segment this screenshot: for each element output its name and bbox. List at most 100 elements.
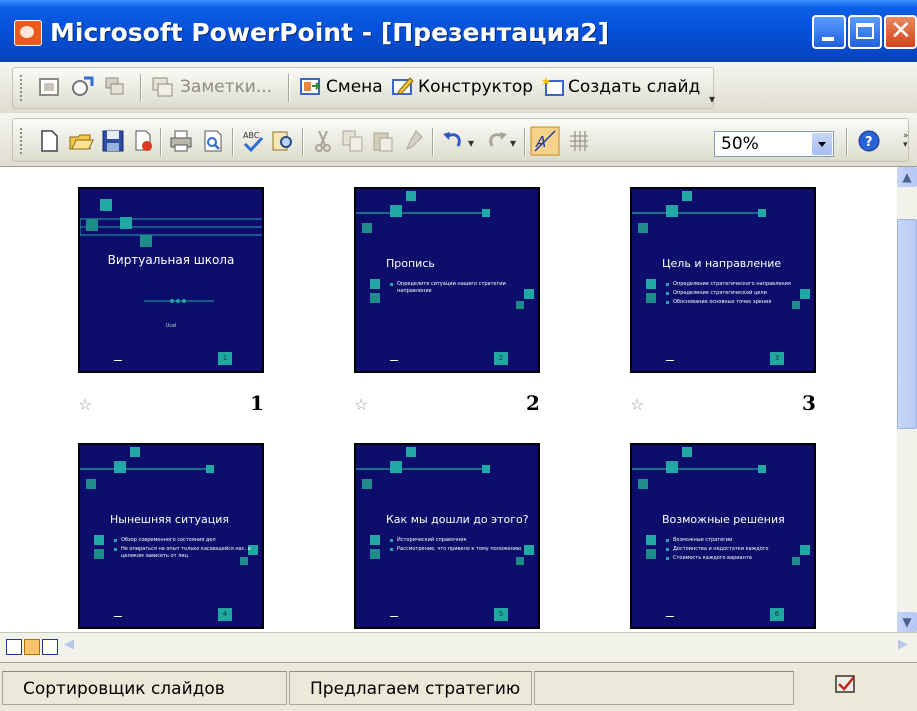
slide-sorter-view-icon[interactable]	[24, 639, 40, 655]
slide-footer-mark	[390, 360, 398, 361]
spelling-status-icon[interactable]	[834, 673, 858, 695]
scroll-up-arrow[interactable]: ▲	[897, 167, 917, 187]
cut-icon[interactable]	[310, 128, 336, 154]
slide-design-button[interactable]: Конструктор	[418, 77, 533, 97]
status-bar: Сортировщик слайдов Предлагаем стратегию	[0, 662, 917, 711]
save-icon[interactable]	[100, 128, 126, 154]
slide-bullet: Исторический справочник	[390, 537, 530, 544]
new-document-icon[interactable]	[36, 128, 62, 154]
notes-button[interactable]: Заметки...	[180, 77, 272, 97]
format-painter-icon[interactable]	[400, 128, 426, 154]
toolbar-separator	[232, 128, 234, 156]
powerpoint-app-icon[interactable]	[14, 20, 42, 46]
slide-thumbnail[interactable]: Возможные решения Возможные стратегии Дост…	[630, 443, 816, 629]
slide-decoration	[80, 199, 262, 303]
zoom-dropdown-icon[interactable]	[812, 133, 832, 155]
vertical-scrollbar[interactable]: ▲ ▼	[897, 167, 917, 632]
slide-title: Нынешняя ситуация	[110, 513, 230, 526]
slide-footer-mark	[666, 616, 674, 617]
hide-slide-icon[interactable]	[36, 74, 62, 100]
print-icon[interactable]	[168, 128, 194, 154]
svg-text:ABC: ABC	[243, 131, 260, 140]
slide-transition-button[interactable]: Смена	[326, 77, 383, 97]
slide-bullet: Достоинства и недостатки каждого	[666, 546, 806, 553]
slide-transition-icon[interactable]	[298, 74, 324, 100]
spelling-icon[interactable]: ABC	[240, 128, 266, 154]
slide-bullet: Определение стратегической цели	[666, 290, 806, 297]
status-view-name: Сортировщик слайдов	[2, 671, 287, 705]
research-icon[interactable]	[270, 128, 296, 154]
slide-number-badge: 5	[494, 608, 508, 621]
scroll-left-arrow[interactable]: ◀	[64, 637, 74, 652]
slide-bullets: Определите ситуации нашего стратегии нап…	[390, 281, 530, 297]
maximize-button[interactable]	[848, 15, 882, 49]
animation-star-icon[interactable]: ☆	[78, 395, 92, 414]
slide-footer-mark	[114, 616, 122, 617]
help-icon[interactable]: ?	[856, 128, 882, 154]
toolbar-separator	[302, 128, 304, 156]
slide-bullets: Возможные стратегии Достоинства и недоста…	[666, 537, 806, 564]
slide-title: Возможные решения	[662, 513, 785, 526]
slide-bullet: Обоснование основных точек зрения	[666, 299, 806, 306]
close-button[interactable]: ✕	[884, 15, 917, 49]
copy-icon[interactable]	[340, 128, 366, 154]
paste-icon[interactable]	[370, 128, 396, 154]
redo-icon[interactable]	[484, 128, 510, 154]
slide-number-label: 1	[250, 391, 264, 415]
print-preview-icon[interactable]	[200, 128, 226, 154]
window-title: Microsoft PowerPoint - [Презентация2]	[50, 18, 610, 47]
slide-bullet: Обзор современного состояния дел	[114, 537, 254, 544]
animation-star-icon[interactable]: ☆	[354, 395, 368, 414]
grid-icon[interactable]	[566, 128, 592, 154]
toolbar-separator	[432, 128, 434, 156]
slide-footer-mark	[666, 360, 674, 361]
slide-title: Пропись	[386, 257, 435, 270]
slide-bullet: Стоимость каждого варианта	[666, 555, 806, 562]
slide-bullets: Исторический справочник Рассмотрение, что…	[390, 537, 530, 555]
zoom-combobox[interactable]: 50%	[714, 131, 834, 157]
scroll-thumb[interactable]	[897, 219, 917, 429]
powerpoint-window: Microsoft PowerPoint - [Презентация2] ✕ …	[0, 0, 917, 711]
minimize-button[interactable]	[812, 15, 846, 49]
slide-bullet: Определение стратегического направления	[666, 281, 806, 288]
slide-sorter-pane[interactable]: Виртуальная школа Ucel 1 ☆ 1 Пропись Определит…	[0, 167, 897, 671]
slide-thumbnail[interactable]: Как мы дошли до этого? Исторический справ…	[354, 443, 540, 629]
slide-number-badge: 4	[218, 608, 232, 621]
slide-show-icon[interactable]	[42, 639, 58, 655]
new-slide-icon[interactable]	[540, 74, 566, 100]
normal-view-icon[interactable]	[6, 639, 22, 655]
view-bar: ◀ ▶	[0, 632, 917, 663]
notes-icon[interactable]	[150, 74, 176, 100]
summary-slide-icon[interactable]	[102, 74, 128, 100]
slide-bullet: Не опираться на опыт только касающейся н…	[114, 546, 254, 560]
scroll-right-arrow[interactable]: ▶	[898, 637, 908, 652]
slide-thumbnail[interactable]: Виртуальная школа Ucel 1	[78, 187, 264, 373]
toolbar-options-icon[interactable]: ▾	[709, 92, 719, 106]
slide-number-badge: 1	[218, 352, 232, 365]
svg-text:?: ?	[865, 135, 873, 150]
slide-number-badge: 2	[494, 352, 508, 365]
toolbar-grip[interactable]	[20, 128, 26, 154]
new-slide-button[interactable]: Создать слайд	[568, 77, 700, 97]
slide-bullet: Определите ситуации нашего стратегии нап…	[390, 281, 530, 295]
show-formatting-icon[interactable]: A	[530, 126, 560, 156]
animation-star-icon[interactable]: ☆	[630, 395, 644, 414]
toolbar-separator	[288, 74, 290, 102]
slide-design-icon[interactable]	[390, 74, 416, 100]
rehearse-timings-icon[interactable]	[70, 74, 96, 100]
redo-dropdown-icon[interactable]: ▾	[510, 136, 520, 150]
undo-dropdown-icon[interactable]: ▾	[468, 136, 478, 150]
toolbar-overflow-icon[interactable]: » ▾	[903, 132, 913, 150]
permission-icon[interactable]	[130, 128, 156, 154]
toolbar-grip[interactable]	[20, 75, 26, 101]
slide-bullets: Определение стратегического направления О…	[666, 281, 806, 308]
slide-title: Цель и направление	[662, 257, 782, 270]
toolbar-separator	[846, 128, 848, 156]
slide-thumbnail[interactable]: Пропись Определите ситуации нашего страте…	[354, 187, 540, 373]
title-bar[interactable]: Microsoft PowerPoint - [Презентация2] ✕	[0, 0, 917, 62]
open-folder-icon[interactable]	[68, 128, 94, 154]
scroll-down-arrow[interactable]: ▼	[897, 612, 917, 632]
slide-thumbnail[interactable]: Цель и направление Определение стратегиче…	[630, 187, 816, 373]
undo-icon[interactable]	[440, 128, 466, 154]
slide-thumbnail[interactable]: Нынешняя ситуация Обзор современного сост…	[78, 443, 264, 629]
